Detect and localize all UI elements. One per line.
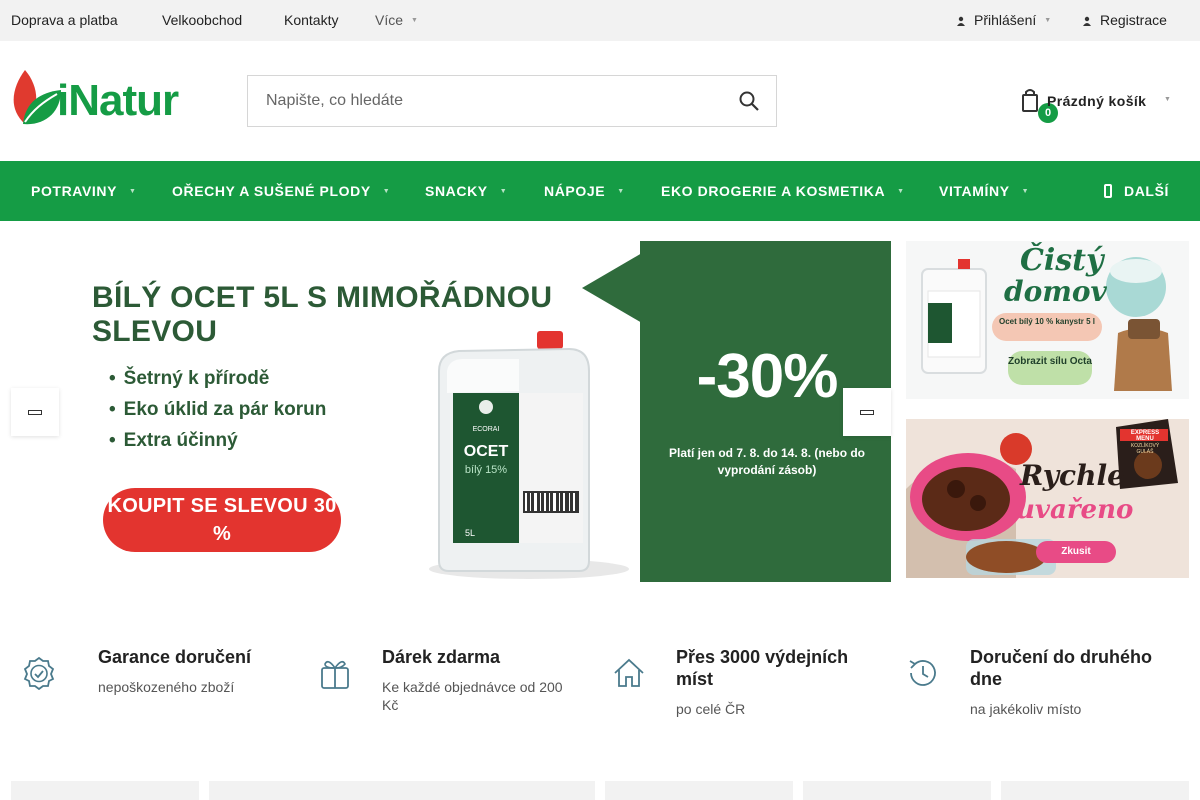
side1-button[interactable]: Zobrazit sílu Octa <box>1008 351 1092 385</box>
topbar-link-wholesale[interactable]: Velkoobchod <box>162 12 242 28</box>
side2-pack-label: EXPRESS MENU <box>1130 430 1160 442</box>
category-card[interactable] <box>209 781 595 800</box>
chevron-down-icon: ▼ <box>617 188 625 195</box>
menu-icon <box>1104 184 1112 198</box>
benefit-subtitle: Ke každé objednávce od 200 Kč <box>382 679 563 713</box>
main-nav: POTRAVINY ▼ OŘECHY A SUŠENÉ PLODY ▼ SNACKY… <box>0 161 1200 221</box>
chevron-down-icon: ▼ <box>499 188 508 195</box>
logo-text: iNatur <box>57 76 179 125</box>
register-link[interactable]: Registrace <box>1082 12 1167 28</box>
nav-item-label: EKO DROGERIE A KOSMETIKA <box>661 183 886 199</box>
benefit-title: Dárek zdarma <box>382 647 501 667</box>
benefit-title: Doručení do druhého dne <box>970 647 1152 689</box>
product-sub: bílý 15% <box>465 464 507 476</box>
benefit-delivery-guarantee: Garance doručení nepoškozeného zboží <box>22 646 292 726</box>
next-arrow-icon <box>860 410 874 415</box>
product-name: OCET <box>464 443 509 460</box>
hero-prev-button[interactable] <box>11 388 59 436</box>
site-logo[interactable]: iNatur <box>11 68 196 128</box>
side1-title-line1: Čistý <box>1020 243 1104 278</box>
nav-item-napoje[interactable]: NÁPOJE ▼ <box>544 183 625 199</box>
side2-pack-name: KOZLÍKOVÝ GULÁŠ <box>1130 443 1160 455</box>
nav-item-label: POTRAVINY <box>31 183 118 199</box>
side2-title-line1: Rychle <box>1020 459 1125 492</box>
badge-check-icon <box>23 656 55 690</box>
register-label: Registrace <box>1100 12 1167 28</box>
chevron-down-icon: ▼ <box>129 188 137 195</box>
nav-item-label: VITAMÍNY <box>939 183 1010 199</box>
hero-validity: Platí jen od 7. 8. do 14. 8. (nebo do vy… <box>668 446 866 477</box>
chevron-down-icon: ▼ <box>1021 188 1030 195</box>
vinegar-canister-image: ECORAI OCET bílý 15% 5L <box>429 331 629 579</box>
login-label: Přihlášení <box>974 12 1037 28</box>
product-size: 5L <box>465 528 475 538</box>
benefit-subtitle: nepoškozeného zboží <box>98 679 235 695</box>
category-card[interactable] <box>11 781 199 800</box>
topbar-link-shipping[interactable]: Doprava a platba <box>11 12 118 28</box>
chevron-down-icon: ▼ <box>411 17 418 24</box>
hero-bullets: Šetrný k přírodě Eko úklid za pár korun … <box>109 363 327 456</box>
benefit-next-day-delivery: Doručení do druhého dne na jakékoliv mís… <box>894 646 1164 726</box>
topbar-more-menu[interactable]: Více ▼ <box>375 12 418 28</box>
topbar-link-contacts[interactable]: Kontakty <box>284 12 338 28</box>
chevron-down-icon: ▼ <box>897 188 905 195</box>
search-input[interactable] <box>248 76 718 126</box>
benefit-free-gift: Dárek zdarma Ke každé objednávce od 200 … <box>306 646 576 726</box>
nav-more-button[interactable]: DALŠÍ <box>1104 183 1169 199</box>
nav-item-snacky[interactable]: SNACKY ▼ <box>425 183 507 199</box>
nav-item-eko-drogerie[interactable]: EKO DROGERIE A KOSMETIKA ▼ <box>661 183 905 199</box>
side-banner-quick-meal[interactable]: Rychle uvařeno Zkusit EXPRESS MENU KOZLÍ… <box>906 419 1189 578</box>
chevron-down-icon: ▼ <box>382 188 391 195</box>
benefit-title: Přes 3000 výdejních míst <box>676 647 849 689</box>
hero-bullet: Extra účinný <box>109 425 326 456</box>
login-link[interactable]: Přihlášení ▼ <box>956 12 1051 28</box>
gift-icon <box>321 660 349 689</box>
benefit-subtitle: na jakékoliv místo <box>970 701 1082 717</box>
topbar-more-label: Více <box>375 12 404 28</box>
side1-title-line2: domov <box>1004 275 1107 308</box>
top-bar: Doprava a platba Velkoobchod Kontakty Ví… <box>0 0 1200 41</box>
cart-label: Prázdný košík <box>1047 93 1147 109</box>
benefit-subtitle: po celé ČR <box>676 701 746 717</box>
hero-banner[interactable]: BÍLÝ OCET 5L S MIMOŘÁDNOU SLEVOU Šetrný … <box>11 241 891 582</box>
search-box <box>247 75 777 127</box>
user-icon <box>957 16 965 26</box>
search-icon[interactable] <box>738 90 760 112</box>
nav-more-label: DALŠÍ <box>1124 183 1169 199</box>
category-card[interactable] <box>605 781 793 800</box>
category-card[interactable] <box>803 781 991 800</box>
chevron-down-icon: ▼ <box>1044 17 1052 24</box>
hero-bullet: Šetrný k přírodě <box>109 363 326 394</box>
nav-item-label: NÁPOJE <box>544 183 606 199</box>
hero-cta-button[interactable]: KOUPIT SE SLEVOU 30 % <box>103 488 341 552</box>
nav-item-orechy[interactable]: OŘECHY A SUŠENÉ PLODY ▼ <box>172 183 390 199</box>
category-card[interactable] <box>1001 781 1189 800</box>
cart-button[interactable]: 0 Prázdný košík ▼ <box>1020 86 1180 123</box>
nav-item-label: SNACKY <box>425 183 488 199</box>
nav-item-potraviny[interactable]: POTRAVINY ▼ <box>31 183 137 199</box>
shopping-bag-icon <box>1022 89 1038 112</box>
home-icon <box>614 658 644 687</box>
benefit-title: Garance doručení <box>98 647 252 667</box>
hero-bullet: Eko úklid za pár korun <box>109 394 327 425</box>
nav-item-label: OŘECHY A SUŠENÉ PLODY <box>172 183 371 199</box>
benefit-pickup-points: Přes 3000 výdejních míst po celé ČR <box>600 646 870 726</box>
product-brand: ECORAI <box>473 426 500 433</box>
hero-next-button[interactable] <box>843 388 891 436</box>
nav-item-vitaminy[interactable]: VITAMÍNY ▼ <box>939 183 1029 199</box>
side2-button[interactable]: Zkusit <box>1036 541 1116 563</box>
history-icon <box>909 660 936 686</box>
side2-title-line2: uvařeno <box>1016 495 1134 525</box>
side-banner-clean-home[interactable]: Čistý domov Ocet bílý 10 % kanystr 5 l Z… <box>906 241 1189 399</box>
chevron-down-icon: ▼ <box>1164 96 1171 103</box>
side1-tag: Ocet bílý 10 % kanystr 5 l <box>992 313 1102 341</box>
user-plus-icon <box>1083 16 1091 26</box>
prev-arrow-icon <box>28 410 42 415</box>
